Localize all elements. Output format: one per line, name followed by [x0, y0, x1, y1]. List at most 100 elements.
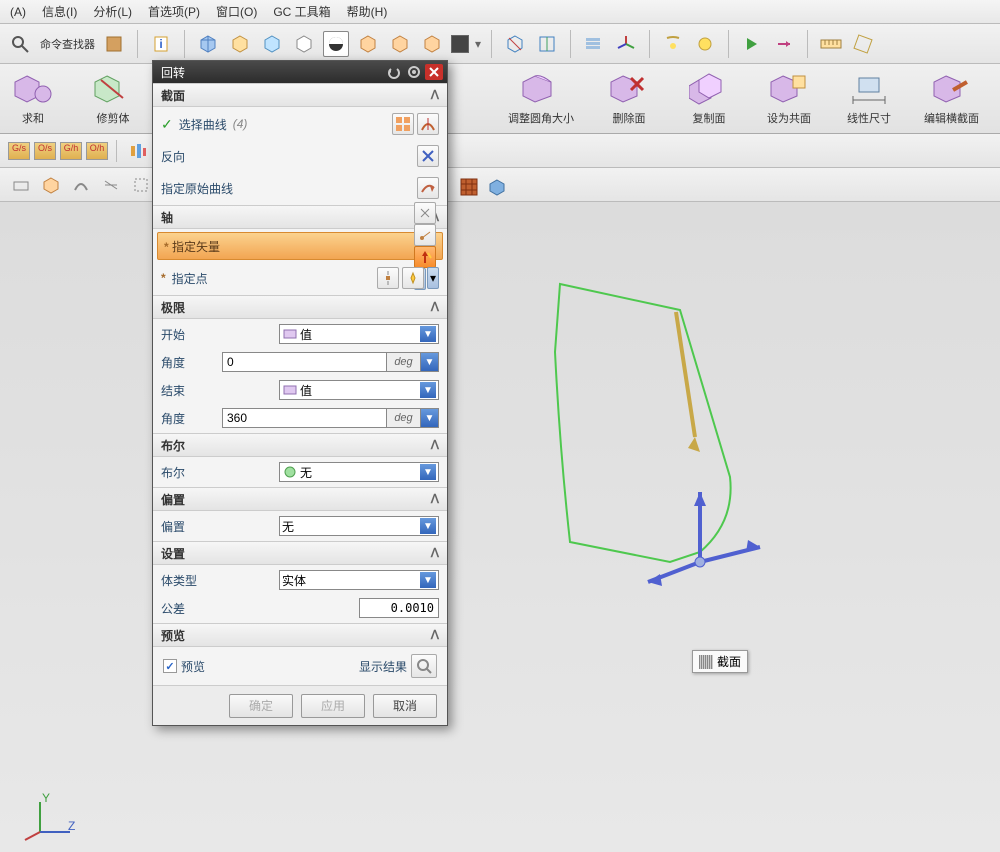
cube-icon[interactable] — [387, 31, 413, 57]
sphere-icon[interactable] — [323, 31, 349, 57]
finder-icon[interactable] — [8, 31, 34, 57]
ribbon-edit-section[interactable]: 编辑横截面 — [924, 72, 979, 126]
menu-item[interactable]: 窗口(O) — [210, 1, 263, 22]
view-icon[interactable] — [502, 31, 528, 57]
ok-button[interactable]: 确定 — [229, 694, 293, 718]
svg-text:i: i — [159, 37, 162, 51]
section-header-axis[interactable]: 轴 ᐱ — [153, 205, 447, 229]
cube-icon[interactable] — [355, 31, 381, 57]
color-swatch[interactable] — [451, 35, 469, 53]
filter-icon[interactable]: O/s — [34, 142, 56, 160]
play-icon[interactable] — [739, 31, 765, 57]
menu-item[interactable]: 分析(L) — [87, 1, 138, 22]
axis-triad: Y Z — [20, 792, 80, 842]
cube-icon[interactable] — [259, 31, 285, 57]
cancel-button[interactable]: 取消 — [373, 694, 437, 718]
section-header-offset[interactable]: 偏置 ᐱ — [153, 487, 447, 511]
grid-icon — [699, 655, 713, 669]
dialog-close-icon[interactable] — [425, 64, 443, 80]
cube-icon[interactable] — [227, 31, 253, 57]
ribbon-copy-face[interactable]: 复制面 — [684, 72, 734, 126]
sel-icon[interactable] — [128, 172, 154, 198]
offset-combo[interactable]: 无 ▼ — [279, 516, 439, 536]
viewport[interactable]: 截面 Y Z — [0, 202, 1000, 852]
boolean-combo[interactable]: 无 ▼ — [279, 462, 439, 482]
chevron-up-icon: ᐱ — [431, 546, 439, 560]
dialog-settings-icon[interactable] — [405, 64, 423, 80]
body-type-label: 体类型 — [161, 572, 271, 589]
layers-icon[interactable] — [581, 31, 607, 57]
filter-icon[interactable]: G/h — [60, 142, 82, 160]
vector-picker-icon[interactable] — [414, 224, 436, 246]
sel-icon[interactable] — [68, 172, 94, 198]
section-header-section[interactable]: 截面 ᐱ — [153, 83, 447, 107]
tool-icon[interactable] — [101, 31, 127, 57]
dialog-titlebar[interactable]: 回转 — [153, 61, 447, 83]
specify-vector-row[interactable]: * 指定矢量 ▾ — [157, 232, 443, 260]
apply-button[interactable]: 应用 — [301, 694, 365, 718]
sel-icon[interactable] — [8, 172, 34, 198]
tolerance-input[interactable] — [359, 598, 439, 618]
select-curves-label[interactable]: 选择曲线 — [179, 116, 227, 133]
axis-icon[interactable] — [613, 31, 639, 57]
start-combo[interactable]: 值 ▼ — [279, 324, 439, 344]
vector-dialog-icon[interactable] — [414, 202, 436, 224]
arrow-icon[interactable] — [771, 31, 797, 57]
section-floating-label[interactable]: 截面 — [692, 650, 748, 673]
sel-icon[interactable] — [98, 172, 124, 198]
end-combo[interactable]: 值 ▼ — [279, 380, 439, 400]
grid-icon[interactable] — [460, 178, 478, 196]
info-icon[interactable]: i — [148, 31, 174, 57]
tolerance-label: 公差 — [161, 600, 271, 617]
tool-icon[interactable] — [660, 31, 686, 57]
inferred-vector-icon[interactable] — [414, 246, 436, 268]
cube-icon[interactable] — [419, 31, 445, 57]
menu-item[interactable]: 帮助(H) — [341, 1, 394, 22]
cube-icon[interactable] — [488, 178, 506, 196]
filter-icon[interactable] — [125, 138, 151, 164]
ribbon-sum[interactable]: 求和 — [8, 72, 58, 126]
menu-item[interactable]: 信息(I) — [36, 1, 83, 22]
measure-icon[interactable] — [850, 31, 876, 57]
filter-icon[interactable]: O/h — [86, 142, 108, 160]
cube-icon[interactable] — [195, 31, 221, 57]
filter-icon[interactable]: G/s — [8, 142, 30, 160]
ribbon-coplanar[interactable]: 设为共面 — [764, 72, 814, 126]
measure-icon[interactable] — [818, 31, 844, 57]
cube-icon[interactable] — [291, 31, 317, 57]
reverse-icon[interactable] — [417, 145, 439, 167]
inferred-point-icon[interactable] — [402, 267, 424, 289]
reverse-label[interactable]: 反向 — [161, 148, 185, 165]
end-angle-input[interactable] — [222, 408, 387, 428]
ribbon-trim[interactable]: 修剪体 — [88, 72, 138, 126]
origin-curve-label[interactable]: 指定原始曲线 — [161, 180, 233, 197]
ribbon-linear-dim[interactable]: 线性尺寸 — [844, 72, 894, 126]
section-header-boolean[interactable]: 布尔 ᐱ — [153, 433, 447, 457]
menu-item[interactable]: 首选项(P) — [142, 1, 206, 22]
ribbon-delete-face[interactable]: 删除面 — [604, 72, 654, 126]
dropdown-icon[interactable]: ▾ — [427, 267, 439, 289]
section-header-settings[interactable]: 设置 ᐱ — [153, 541, 447, 565]
body-type-combo[interactable]: 实体 ▼ — [279, 570, 439, 590]
svg-text:Y: Y — [42, 792, 50, 805]
tool-icon[interactable] — [692, 31, 718, 57]
start-angle-input[interactable] — [222, 352, 387, 372]
sketch-icon[interactable] — [392, 113, 414, 135]
section-header-preview[interactable]: 预览 ᐱ — [153, 623, 447, 647]
view-icon[interactable] — [534, 31, 560, 57]
origin-curve-icon[interactable] — [417, 177, 439, 199]
dialog-undo-icon[interactable] — [385, 64, 403, 80]
ribbon-fillet[interactable]: 调整圆角大小 — [508, 72, 574, 126]
preview-checkbox[interactable]: ✓ — [163, 659, 177, 673]
show-result-icon[interactable] — [411, 654, 437, 678]
point-picker-icon[interactable] — [377, 267, 399, 289]
menu-item[interactable]: GC 工具箱 — [267, 1, 336, 22]
curve-rule-icon[interactable] — [417, 113, 439, 135]
spin-icon[interactable]: ▼ — [421, 408, 439, 428]
section-header-limits[interactable]: 极限 ᐱ — [153, 295, 447, 319]
command-finder-label[interactable]: 命令查找器 — [40, 36, 95, 52]
sel-icon[interactable] — [38, 172, 64, 198]
menu-item[interactable]: (A) — [4, 3, 32, 21]
spin-icon[interactable]: ▼ — [421, 352, 439, 372]
dialog-footer: 确定 应用 取消 — [153, 685, 447, 725]
